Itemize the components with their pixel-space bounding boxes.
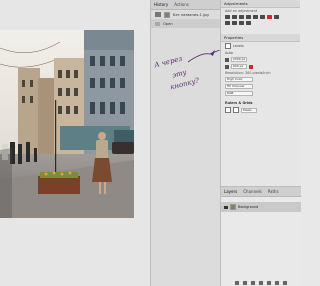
snapshot-thumbnail (164, 11, 170, 18)
folder-icon[interactable] (267, 281, 271, 285)
history-item-label: Open (163, 21, 173, 26)
dropdown-row-3: RGB (221, 90, 300, 97)
history-tabs: History Actions (151, 0, 220, 10)
channel-mixer-icon[interactable] (232, 21, 237, 25)
color-balance-icon[interactable] (267, 15, 272, 19)
history-snapshot-row[interactable]: Без названия-1.jpg (151, 10, 220, 19)
layer-bottom-icons (235, 281, 287, 285)
ruler-icon[interactable] (225, 107, 231, 113)
rulers-row: Pixels (221, 106, 300, 114)
width-row: 2000 px (221, 56, 300, 63)
mode-dropdown[interactable]: High Color (225, 77, 253, 82)
properties-title: Properties (224, 35, 244, 40)
layers-tabs: Layers Channels Paths (221, 187, 301, 197)
layer-swatch-icon (225, 43, 231, 49)
auto-label: Auto (225, 51, 233, 55)
photoshop-window: History Actions Без названия-1.jpg Open … (0, 0, 301, 286)
width-field[interactable]: 2000 px (231, 57, 247, 62)
history-item-label: Без названия-1.jpg (173, 12, 209, 17)
levels-icon[interactable] (232, 15, 237, 19)
canvas-area[interactable] (0, 0, 150, 286)
height-field[interactable]: 600 px (231, 64, 247, 69)
layer-row-background[interactable]: Background (221, 202, 301, 212)
link-layers-icon[interactable] (235, 281, 239, 285)
height-icon (225, 64, 229, 69)
tab-history[interactable]: History (154, 2, 168, 7)
dropdown-row-1: High Color (221, 76, 300, 83)
document-photo[interactable] (0, 30, 134, 218)
hue-saturation-icon[interactable] (260, 15, 265, 19)
preset-label: Levels (233, 44, 244, 48)
black-white-icon[interactable] (274, 15, 279, 19)
link-icon[interactable] (249, 64, 253, 69)
tab-actions[interactable]: Actions (174, 2, 189, 7)
units-dropdown[interactable]: Pixels (241, 107, 257, 113)
layer-name: Background (238, 205, 259, 209)
layers-panel: Layers Channels Paths Background (221, 186, 301, 286)
properties-preset-row: Levels (221, 42, 300, 50)
tab-channels[interactable]: Channels (243, 189, 262, 194)
curves-icon[interactable] (239, 15, 244, 19)
adjustments-title: Adjustments (224, 1, 248, 6)
photo-filter-icon[interactable] (225, 21, 230, 25)
posterize-icon[interactable] (246, 21, 251, 25)
width-icon (225, 57, 229, 62)
properties-header: Properties (221, 34, 300, 42)
grid-icon[interactable] (233, 107, 239, 113)
adjustment-icons (221, 14, 283, 26)
fx-icon[interactable] (243, 281, 247, 285)
adjustments-header: Adjustments (221, 0, 300, 8)
exposure-icon[interactable] (246, 15, 251, 19)
right-panel: Adjustments Add an adjustment Properties… (220, 0, 301, 286)
invert-icon[interactable] (239, 21, 244, 25)
history-panel: History Actions Без названия-1.jpg Open (150, 0, 220, 286)
open-state-icon (155, 21, 160, 26)
snapshot-icon (155, 12, 161, 17)
dropdown-row-2: Fill Channel (221, 83, 300, 90)
new-layer-icon[interactable] (275, 281, 279, 285)
adjustment-layer-icon[interactable] (259, 281, 263, 285)
visibility-eye-icon[interactable] (224, 205, 228, 209)
vibrance-icon[interactable] (253, 15, 258, 19)
color-dropdown[interactable]: RGB (225, 91, 253, 96)
history-item-open[interactable]: Open (151, 19, 220, 28)
trash-icon[interactable] (283, 281, 287, 285)
height-row: 600 px (221, 63, 300, 70)
street-photo-image (0, 30, 134, 218)
tab-paths[interactable]: Paths (268, 189, 279, 194)
layer-thumbnail (230, 204, 236, 210)
brightness-icon[interactable] (225, 15, 230, 19)
mask-icon[interactable] (251, 281, 255, 285)
channel-dropdown[interactable]: Fill Channel (225, 84, 253, 89)
tab-layers[interactable]: Layers (224, 189, 237, 194)
